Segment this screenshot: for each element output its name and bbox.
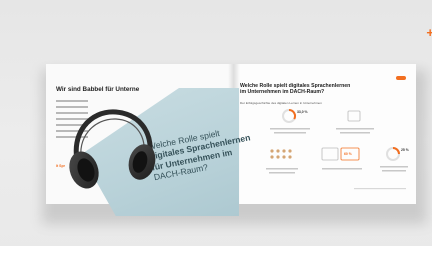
stat-value-3: 25 % <box>401 148 409 152</box>
stat-line-3b <box>269 172 295 174</box>
donut-arc-1 <box>288 109 296 120</box>
stat-line-1a <box>270 128 310 130</box>
stat-line-5b <box>382 170 406 172</box>
stat-icon-2 <box>347 110 361 122</box>
bottom-strip <box>0 246 432 253</box>
stat-value-2: 60 % <box>344 152 352 156</box>
stat-line-2a <box>336 128 374 130</box>
donut-arc-2 <box>392 147 400 155</box>
left-page-title: Wir sind Babbel für Unterne <box>56 86 140 93</box>
photo-scene: + Wir sind Babbel für Unterne It Spr Wel… <box>0 0 432 253</box>
people-icons <box>270 149 292 159</box>
stat-line-3a <box>266 168 298 170</box>
stat-line-2b <box>340 132 370 134</box>
booklet-right-page: Welche Rolle spielt digitales Sprachenle… <box>234 64 416 204</box>
stat-value-1: 33,0 % <box>297 110 308 114</box>
stat-icon-4 <box>321 147 339 161</box>
right-page-infographic <box>266 109 408 190</box>
stat-line-5a <box>380 166 408 168</box>
brand-plus-mark: + <box>426 25 432 40</box>
headphones-image <box>69 109 156 189</box>
stat-line-4a <box>322 168 362 170</box>
stat-line-1b <box>274 132 306 134</box>
footnote-line <box>354 188 406 190</box>
